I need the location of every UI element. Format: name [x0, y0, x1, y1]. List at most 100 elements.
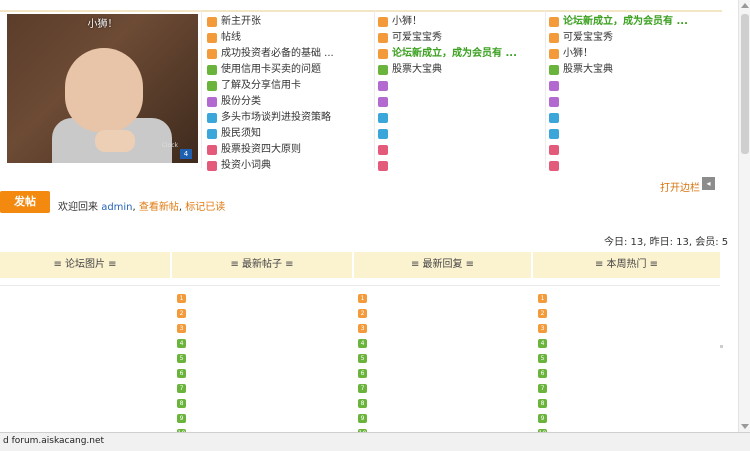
thread-title[interactable]: 股民须知 [221, 126, 261, 142]
list-item[interactable]: 论坛新成立，成为会员有 ... [378, 46, 517, 62]
thread-icon [378, 49, 388, 59]
tab-latest-posts[interactable]: ≡ 最新帖子 ≡ [172, 252, 354, 278]
thread-title[interactable]: 可爱宝宝秀 [392, 30, 442, 46]
list-item[interactable] [549, 110, 688, 126]
rank-badge: 6 [358, 369, 367, 378]
welcome-text: 欢迎回来 [58, 202, 102, 213]
rank-badge: 3 [177, 324, 186, 333]
thread-icon [549, 97, 559, 107]
rank-badge: 8 [177, 399, 186, 408]
rank-badge: 6 [538, 369, 547, 378]
list-item[interactable] [378, 158, 517, 174]
thread-icon [549, 145, 559, 155]
list-item[interactable]: 股民须知 [207, 126, 334, 142]
list-item[interactable] [549, 142, 688, 158]
list-item[interactable]: 论坛新成立，成为会员有 ... [549, 14, 688, 30]
thread-icon [378, 145, 388, 155]
thread-title[interactable]: 小狮！ [563, 46, 593, 62]
status-bar: d forum.aiskacang.net [0, 432, 750, 451]
list-item[interactable]: 可爱宝宝秀 [378, 30, 517, 46]
thread-title[interactable]: 可爱宝宝秀 [563, 30, 613, 46]
list-item[interactable] [378, 94, 517, 110]
column-divider [374, 10, 375, 168]
forum-stats: 今日: 13, 昨日: 13, 会员: 5 [604, 237, 729, 248]
thread-title[interactable]: 股票投资四大原则 [221, 142, 301, 158]
mark-read-link[interactable]: 标记已读 [185, 202, 225, 213]
list-item[interactable] [378, 142, 517, 158]
thread-title[interactable]: 论坛新成立，成为会员有 ... [392, 46, 517, 62]
list-item[interactable]: 成功投资者必备的基础 ... [207, 46, 334, 62]
list-item[interactable]: 多头市场谈判进投资策略 [207, 110, 334, 126]
tab-weekly-hot[interactable]: ≡ 本周热门 ≡ [533, 252, 722, 278]
thread-title[interactable]: 股票大宝典 [392, 62, 442, 78]
thread-icon [549, 49, 559, 59]
thread-icon [378, 17, 388, 27]
thread-list-3: 论坛新成立，成为会员有 ... 可爱宝宝秀 小狮！ 股票大宝典 [549, 14, 688, 174]
rank-badge: 5 [358, 354, 367, 363]
rank-badge: 1 [358, 294, 367, 303]
thread-icon [549, 65, 559, 75]
thread-title[interactable]: 投资小词典 [221, 158, 271, 174]
username-link[interactable]: admin [101, 202, 132, 213]
thread-title[interactable]: 帖线 [221, 30, 241, 46]
thread-icon [549, 161, 559, 171]
rank-badge: 8 [538, 399, 547, 408]
rank-badge: 2 [177, 309, 186, 318]
list-item[interactable]: 帖线 [207, 30, 334, 46]
photo-caption: 小狮！ [87, 19, 118, 30]
featured-photo[interactable]: 小狮！ Clock 4 [7, 14, 198, 163]
list-item[interactable]: 使用信用卡买卖的问题 [207, 62, 334, 78]
photo-page-number[interactable]: 4 [180, 149, 192, 159]
thread-icon [207, 65, 217, 75]
sidebar-toggle-icon[interactable]: ◂ [702, 177, 715, 190]
list-item[interactable]: 新主开张 [207, 14, 334, 30]
thread-title[interactable]: 多头市场谈判进投资策略 [221, 110, 331, 126]
scroll-thumb[interactable] [741, 14, 749, 154]
list-item[interactable]: 小狮！ [549, 46, 688, 62]
thread-icon [378, 129, 388, 139]
open-sidebar-link[interactable]: 打开边栏 [660, 179, 700, 194]
new-post-button[interactable]: 发帖 [0, 191, 50, 213]
list-item[interactable]: 股票大宝典 [549, 62, 688, 78]
list-item[interactable] [549, 126, 688, 142]
list-item[interactable]: 股份分类 [207, 94, 334, 110]
list-item[interactable] [378, 126, 517, 142]
tab-latest-replies[interactable]: ≡ 最新回复 ≡ [354, 252, 533, 278]
rank-badge: 9 [177, 414, 186, 423]
thread-title[interactable]: 股票大宝典 [563, 62, 613, 78]
rank-badge: 5 [177, 354, 186, 363]
thread-title[interactable]: 成功投资者必备的基础 ... [221, 46, 334, 62]
thread-title[interactable]: 小狮！ [392, 14, 422, 30]
rank-badge: 5 [538, 354, 547, 363]
thread-icon [549, 113, 559, 123]
thread-title[interactable]: 了解及分享信用卡 [221, 78, 301, 94]
thread-title[interactable]: 论坛新成立，成为会员有 ... [563, 14, 688, 30]
list-item[interactable] [549, 158, 688, 174]
thread-icon [207, 33, 217, 43]
thread-icon [378, 161, 388, 171]
list-item[interactable]: 可爱宝宝秀 [549, 30, 688, 46]
list-item[interactable]: 了解及分享信用卡 [207, 78, 334, 94]
list-item[interactable] [549, 94, 688, 110]
view-new-posts-link[interactable]: 查看新帖 [139, 202, 179, 213]
thread-title[interactable]: 使用信用卡买卖的问题 [221, 62, 321, 78]
thread-icon [207, 129, 217, 139]
scroll-down-icon[interactable] [741, 424, 749, 429]
thread-title[interactable]: 新主开张 [221, 14, 261, 30]
rank-badge: 2 [358, 309, 367, 318]
list-item[interactable]: 投资小词典 [207, 158, 334, 174]
scroll-up-icon[interactable] [741, 3, 749, 8]
tab-forum-images[interactable]: ≡ 论坛图片 ≡ [0, 252, 172, 278]
thread-title[interactable]: 股份分类 [221, 94, 261, 110]
list-item[interactable]: 股票投资四大原则 [207, 142, 334, 158]
list-item[interactable] [378, 110, 517, 126]
list-item[interactable]: 股票大宝典 [378, 62, 517, 78]
list-item[interactable] [549, 78, 688, 94]
rank-badge: 4 [538, 339, 547, 348]
rank-badge: 4 [177, 339, 186, 348]
vertical-scrollbar[interactable] [738, 0, 750, 432]
list-item[interactable]: 小狮！ [378, 14, 517, 30]
list-item[interactable] [378, 78, 517, 94]
rank-badge: 6 [177, 369, 186, 378]
thread-icon [207, 17, 217, 27]
